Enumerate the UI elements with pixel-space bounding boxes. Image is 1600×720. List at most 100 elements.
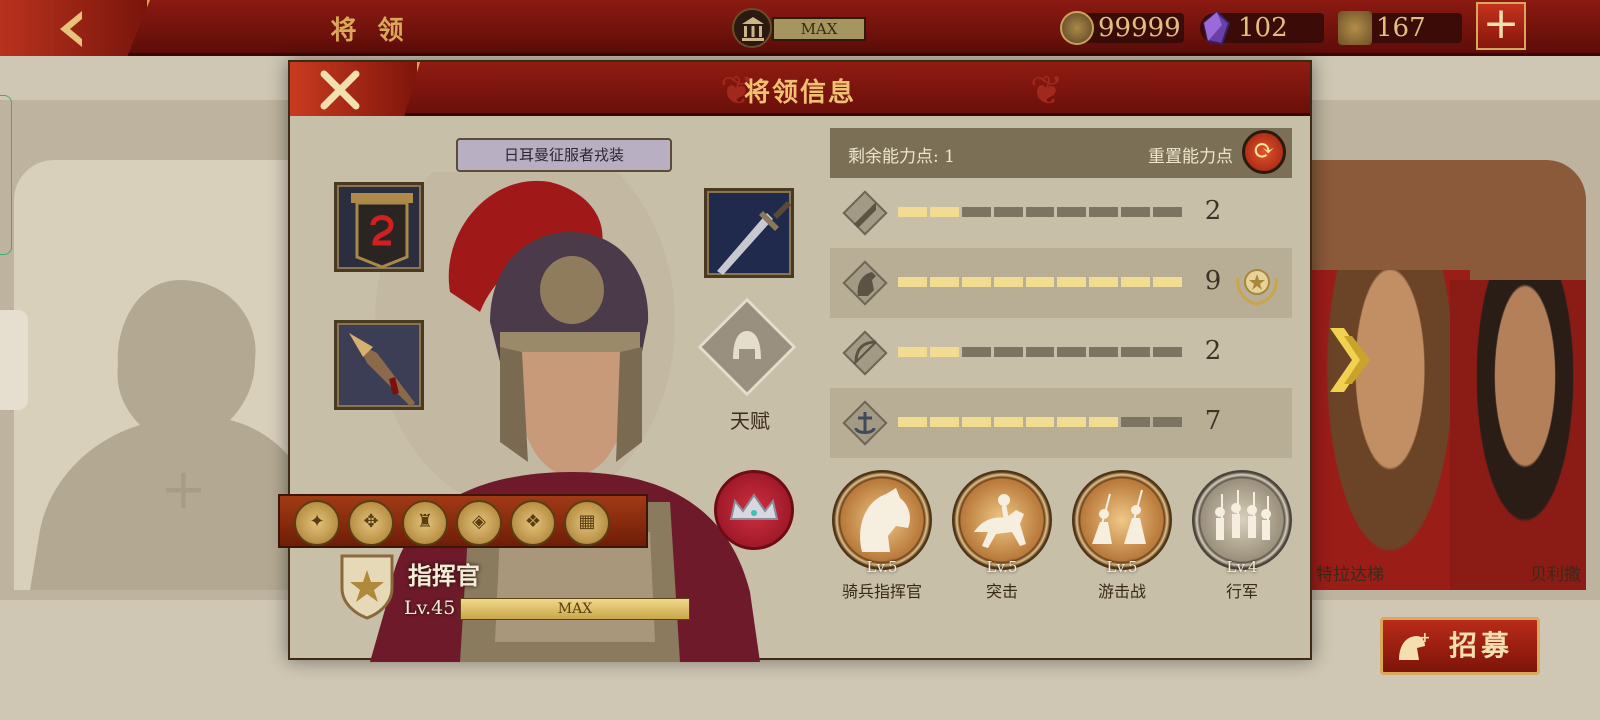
- banner-equipment-slot[interactable]: [334, 182, 424, 272]
- stat-segment: [1057, 277, 1087, 287]
- stat-segment: [898, 347, 927, 357]
- stat-segment: [1089, 347, 1119, 357]
- crown-button[interactable]: [714, 470, 794, 550]
- stat-segment: [898, 277, 927, 287]
- close-button[interactable]: [290, 62, 420, 116]
- stat-segment: [961, 277, 991, 287]
- sword-equipment-slot[interactable]: [704, 188, 794, 278]
- recruit-button[interactable]: + 招募: [1380, 617, 1540, 675]
- stat-segment: [929, 417, 959, 427]
- stat-segment: [1153, 277, 1183, 287]
- spear-equipment-slot[interactable]: [334, 320, 424, 410]
- stat-value: 9: [1204, 266, 1222, 296]
- stat-segment: [961, 347, 991, 357]
- reset-points-button[interactable]: ⟳: [1242, 130, 1286, 174]
- stat-bar: [898, 277, 1183, 287]
- medal-icon[interactable]: ✦: [294, 500, 340, 546]
- medal-icon[interactable]: ✥: [348, 500, 394, 546]
- helmet-plus-icon: +: [1399, 630, 1429, 660]
- add-resource-button[interactable]: +: [1476, 2, 1526, 50]
- general-name: 特拉达梯: [1316, 565, 1384, 585]
- skill-medal: [832, 470, 932, 570]
- recruit-label: 招募: [1448, 629, 1513, 662]
- sword-icon: [842, 190, 888, 236]
- stat-value: 7: [1204, 406, 1222, 436]
- medal-icon[interactable]: ◈: [456, 500, 502, 546]
- skill-medal: [952, 470, 1052, 570]
- skill-level: Lv.5: [866, 558, 898, 576]
- level-progress-bar: MAX: [460, 598, 690, 620]
- stat-value: 2: [1204, 336, 1222, 366]
- general-name: 贝利撒: [1530, 565, 1581, 585]
- stat-value: 2: [1204, 196, 1222, 226]
- stat-bar: [898, 417, 1183, 427]
- war-banner-icon: [351, 193, 413, 269]
- crown-icon: [729, 493, 779, 520]
- dialog-header: ❦ ❦ 将领信息: [290, 62, 1310, 116]
- medal-icon[interactable]: ❖: [510, 500, 556, 546]
- stat-row-navy: 7: [830, 388, 1292, 458]
- gold-coin-icon: [1060, 11, 1094, 45]
- stat-row-cavalry: 9: [830, 248, 1292, 318]
- skill-medal: [1192, 470, 1292, 570]
- close-icon: [320, 70, 360, 110]
- stat-segment: [1153, 207, 1183, 217]
- museum-icon[interactable]: [732, 8, 772, 48]
- spqr-counter: 167: [1338, 11, 1462, 45]
- page-title: 将 领: [330, 16, 410, 46]
- skill-level: Lv.5: [986, 558, 1018, 576]
- svg-text:+: +: [1419, 630, 1429, 646]
- gem-counter: 102: [1200, 10, 1324, 46]
- mastery-badge-icon: [1236, 269, 1278, 306]
- stat-segment: [929, 277, 959, 287]
- stat-segment: [961, 207, 991, 217]
- stat-segment: [1057, 207, 1087, 217]
- skill-level: Lv.4: [1226, 558, 1258, 576]
- stat-segment: [929, 347, 959, 357]
- bow-icon: [842, 330, 888, 376]
- skill-name: 行军: [1225, 582, 1258, 601]
- spqr-amount: 167: [1376, 13, 1426, 43]
- stat-segment: [1025, 417, 1055, 427]
- medal-strip: ✦ ✥ ♜ ◈ ❖ ▦: [278, 494, 648, 548]
- stat-segment: [1025, 347, 1055, 357]
- talent-label: 天赋: [730, 409, 770, 433]
- stat-segment: [993, 417, 1023, 427]
- stat-segment: [1121, 207, 1151, 217]
- stat-segment: [1153, 417, 1183, 427]
- stat-segment: [1025, 277, 1055, 287]
- general-level: Lv.45: [404, 597, 456, 619]
- riders-icon: [1092, 489, 1146, 544]
- stat-segment: [1089, 277, 1119, 287]
- back-button[interactable]: [0, 0, 150, 56]
- gem-amount: 102: [1238, 13, 1288, 43]
- medal-icon[interactable]: ▦: [564, 500, 610, 546]
- medal-icon[interactable]: ♜: [402, 500, 448, 546]
- spqr-eagle-icon: [1338, 11, 1372, 45]
- stat-row-archer: 2: [830, 318, 1292, 388]
- dialog-title: 将领信息: [743, 78, 856, 108]
- add-general-icon[interactable]: +: [160, 462, 207, 518]
- skill-level: Lv.5: [1106, 558, 1138, 576]
- marching-soldiers-icon: [1215, 490, 1271, 540]
- general-rank: 指挥官: [408, 561, 480, 590]
- stat-segment: [1153, 347, 1183, 357]
- stat-segment: [993, 347, 1023, 357]
- anchor-icon: [842, 400, 888, 446]
- stat-segment: [1121, 417, 1151, 427]
- helmet-icon: [733, 331, 761, 359]
- back-arrow-icon: [60, 11, 82, 47]
- side-drawer-tab[interactable]: [0, 310, 28, 410]
- rank-shield-icon: [340, 554, 394, 620]
- horse-icon: [842, 260, 888, 306]
- stat-segment: [1057, 417, 1087, 427]
- stat-bar: [898, 347, 1183, 357]
- building-level-bar: MAX: [772, 17, 866, 41]
- stat-segment: [993, 277, 1023, 287]
- gold-amount: 99999: [1098, 13, 1181, 43]
- next-arrow-icon[interactable]: [1330, 328, 1374, 392]
- stat-segment: [993, 207, 1023, 217]
- side-highlight: [0, 95, 12, 255]
- stat-segment: [1025, 207, 1055, 217]
- costume-tag[interactable]: 日耳曼征服者戎装: [456, 138, 672, 172]
